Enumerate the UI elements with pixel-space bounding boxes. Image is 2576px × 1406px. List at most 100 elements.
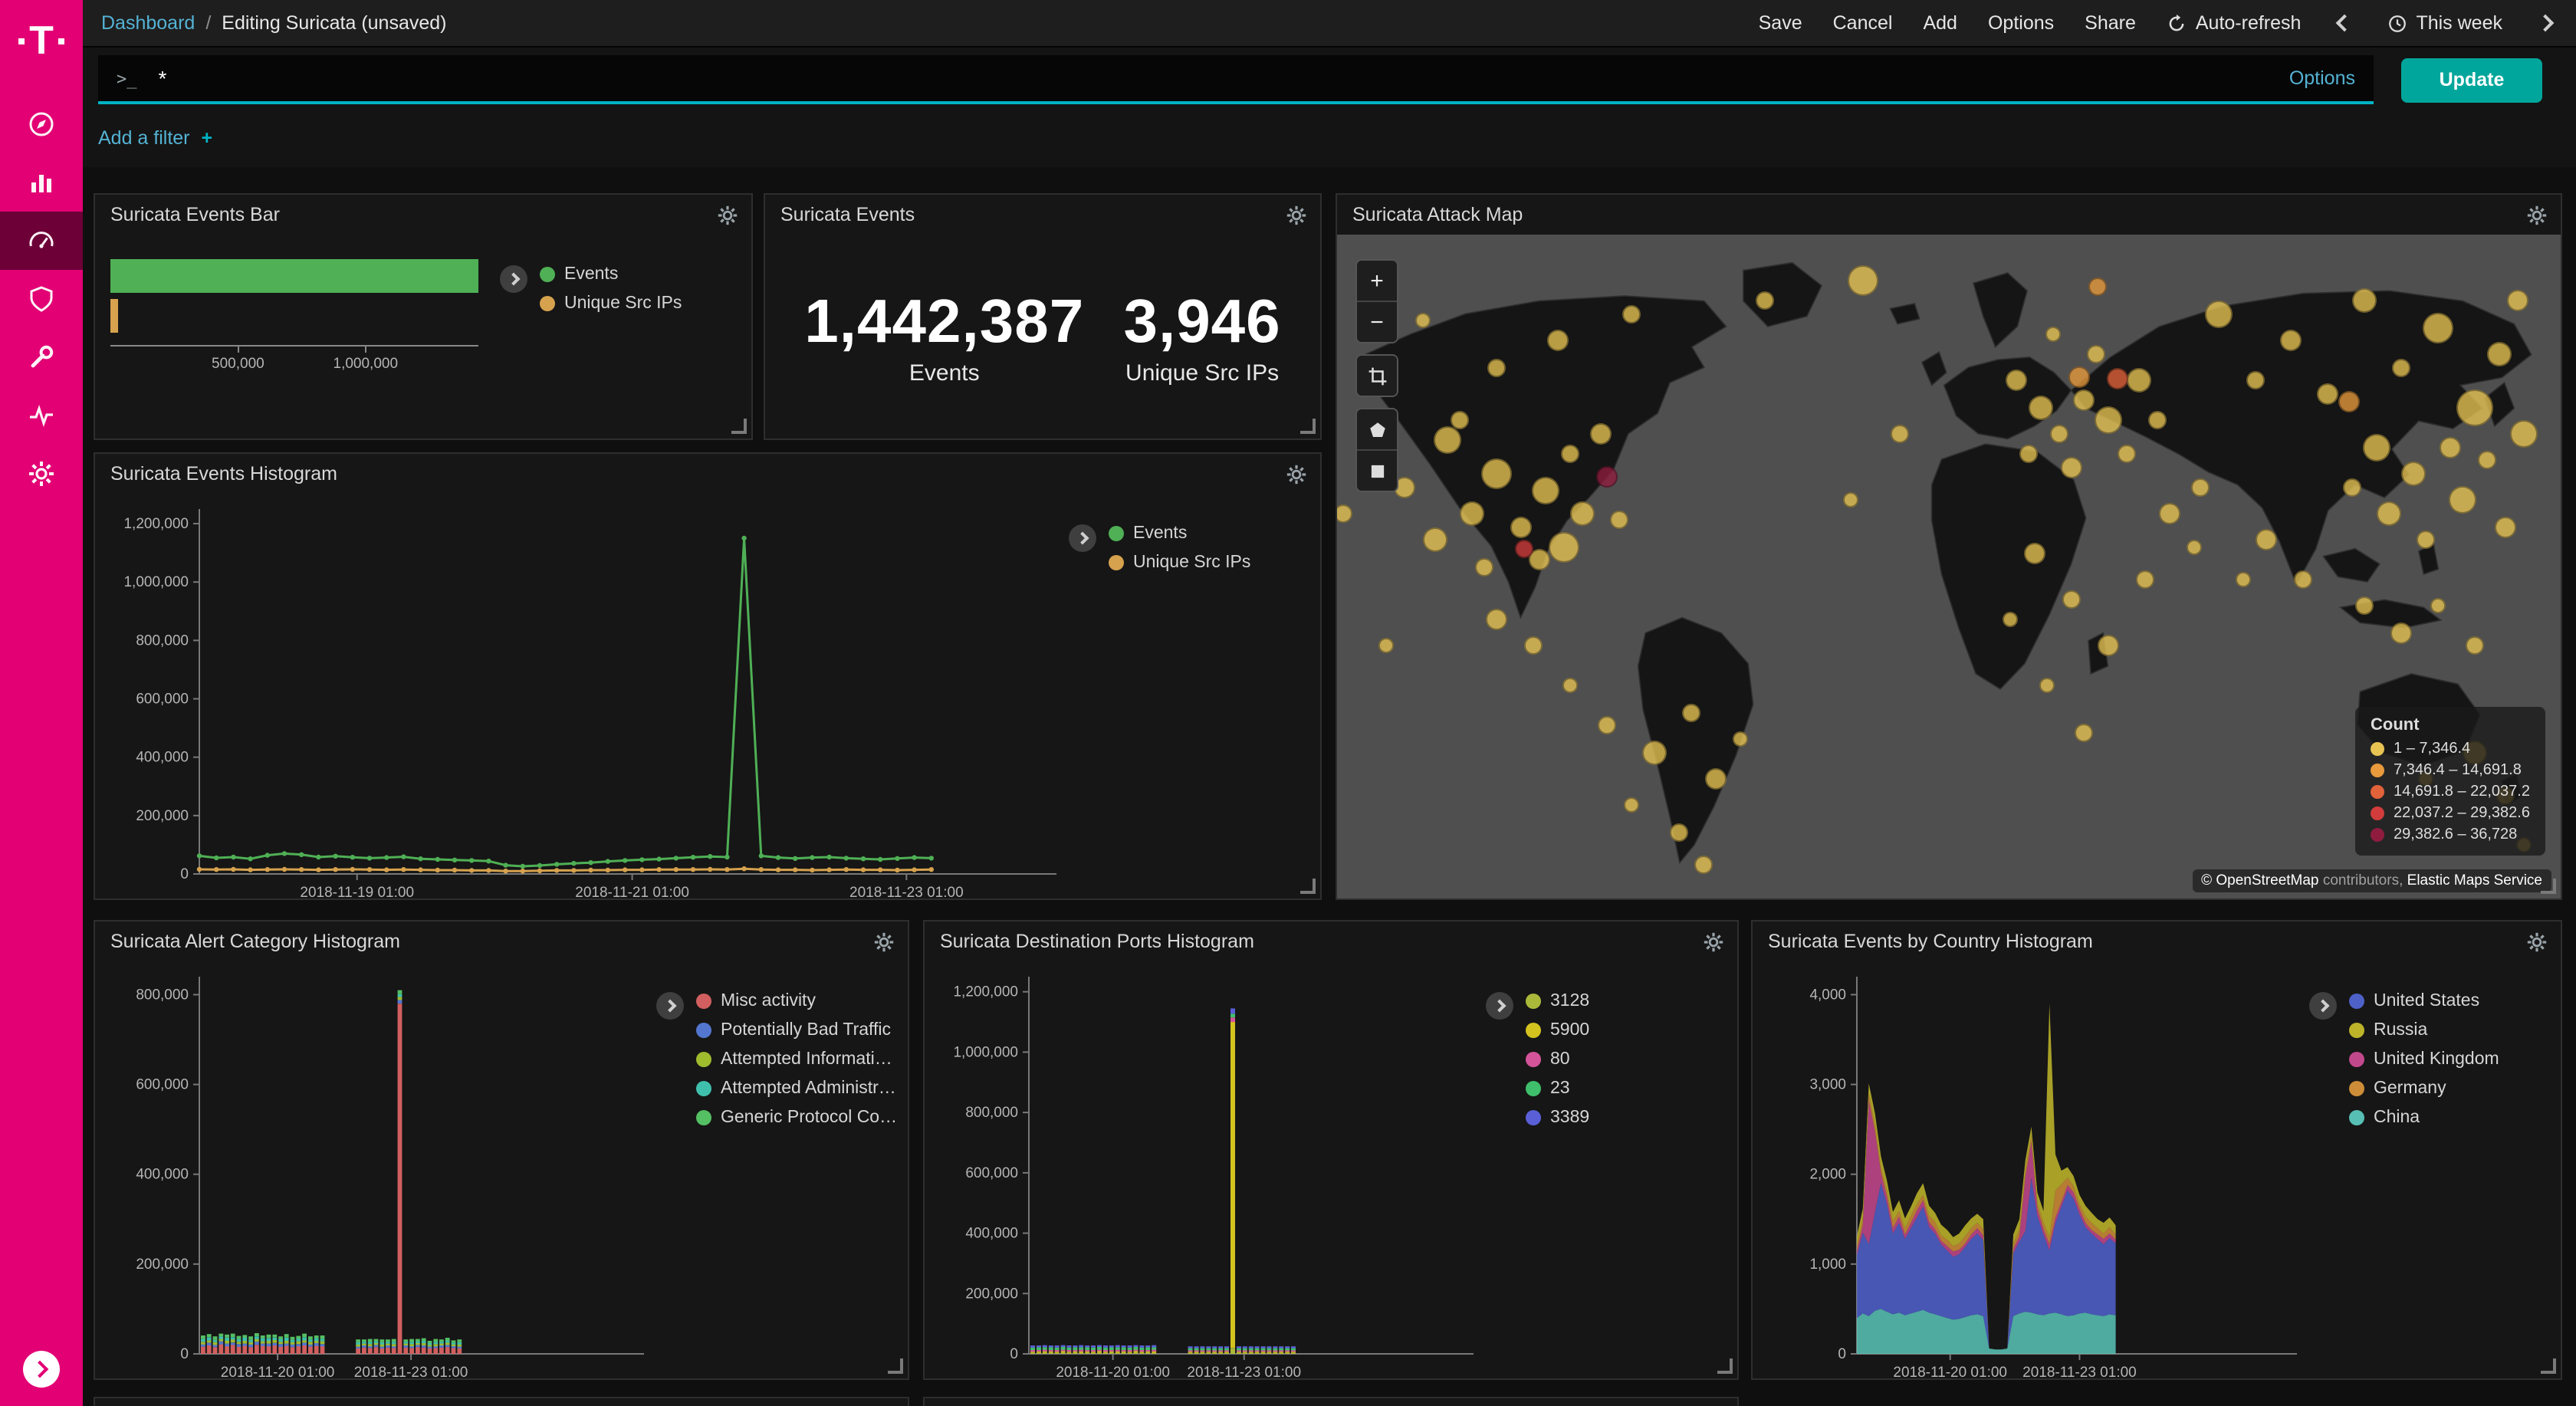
update-button[interactable]: Update: [2401, 57, 2542, 102]
map-point[interactable]: [1378, 639, 1394, 654]
map-point[interactable]: [2126, 369, 2150, 393]
map-point[interactable]: [2466, 637, 2484, 655]
map-point[interactable]: [2024, 543, 2045, 564]
map-point[interactable]: [2075, 724, 2093, 742]
map-point[interactable]: [2073, 390, 2095, 412]
legend-item[interactable]: Russia: [2349, 1021, 2499, 1040]
map-point[interactable]: [1569, 501, 1594, 526]
map-point[interactable]: [2417, 531, 2435, 549]
map-point[interactable]: [2318, 383, 2339, 405]
gear-icon[interactable]: [1285, 462, 1308, 485]
breadcrumb-dashboard-link[interactable]: Dashboard: [101, 12, 195, 34]
map-point[interactable]: [2029, 395, 2053, 419]
map-point[interactable]: [1733, 731, 1749, 747]
time-range-picker[interactable]: This week: [2387, 12, 2502, 34]
crop-icon[interactable]: [1357, 356, 1397, 396]
map-point[interactable]: [2062, 590, 2081, 609]
nav-action-options[interactable]: Options: [1988, 12, 2054, 34]
legend-item[interactable]: Events: [540, 265, 682, 284]
auto-refresh-button[interactable]: Auto-refresh: [2167, 12, 2302, 34]
legend-item[interactable]: 3389: [1526, 1109, 1589, 1127]
map-point[interactable]: [2117, 445, 2135, 463]
legend-item[interactable]: Unique Src IPs: [1109, 554, 1250, 572]
map-point[interactable]: [2050, 425, 2068, 443]
map-point[interactable]: [2449, 486, 2476, 514]
map-point[interactable]: [2338, 391, 2360, 412]
map-point[interactable]: [2045, 327, 2061, 342]
map-point[interactable]: [1515, 540, 1533, 558]
legend-item[interactable]: 3128: [1526, 992, 1589, 1010]
map-point[interactable]: [2364, 433, 2391, 461]
legend-item[interactable]: Attempted Informati…: [696, 1050, 897, 1069]
legend-item[interactable]: 80: [1526, 1050, 1589, 1069]
nav-action-share[interactable]: Share: [2085, 12, 2136, 34]
polygon-tool-icon[interactable]: [1357, 409, 1397, 449]
bar-events[interactable]: [110, 259, 478, 293]
legend-toggle-icon[interactable]: [500, 265, 527, 293]
resize-handle-icon[interactable]: [1300, 879, 1316, 894]
map-point[interactable]: [2401, 462, 2426, 486]
sidebar-item-discover[interactable]: [0, 95, 83, 153]
map-point[interactable]: [1671, 823, 1689, 841]
map-point[interactable]: [1848, 266, 1878, 297]
map-point[interactable]: [1485, 609, 1506, 630]
map-point[interactable]: [2186, 539, 2201, 554]
map-point[interactable]: [1597, 465, 1618, 487]
map-point[interactable]: [2256, 529, 2278, 550]
legend-toggle-icon[interactable]: [1069, 524, 1096, 552]
map-point[interactable]: [1695, 856, 1714, 875]
legend-item[interactable]: 5900: [1526, 1021, 1589, 1040]
gear-icon[interactable]: [1285, 203, 1308, 226]
map-point[interactable]: [1546, 330, 1568, 352]
map-point[interactable]: [2158, 503, 2180, 524]
sidebar-item-monitoring[interactable]: [0, 386, 83, 445]
map-point[interactable]: [2204, 301, 2232, 328]
gear-icon[interactable]: [2525, 203, 2548, 226]
legend-item[interactable]: 22,037.2 – 29,382.6: [2371, 805, 2530, 822]
legend-item[interactable]: United Kingdom: [2349, 1050, 2499, 1069]
map-point[interactable]: [2391, 623, 2413, 644]
map-point[interactable]: [2039, 678, 2055, 694]
resize-handle-icon[interactable]: [2541, 879, 2556, 894]
map-point[interactable]: [2069, 366, 2091, 387]
query-input[interactable]: >_ * Options: [98, 55, 2374, 104]
legend-item[interactable]: Misc activity: [696, 992, 897, 1010]
legend-item[interactable]: Events: [1109, 524, 1250, 543]
legend-item[interactable]: Germany: [2349, 1079, 2499, 1098]
map-point[interactable]: [2423, 312, 2453, 343]
time-back-button[interactable]: [2331, 11, 2356, 35]
legend-item[interactable]: Potentially Bad Traffic: [696, 1021, 897, 1040]
map-point[interactable]: [2353, 289, 2377, 314]
resize-handle-icon[interactable]: [1300, 419, 1316, 434]
resize-handle-icon[interactable]: [888, 1358, 903, 1374]
map-point[interactable]: [1891, 425, 1909, 443]
map-point[interactable]: [2430, 599, 2446, 614]
nav-action-add[interactable]: Add: [1923, 12, 1957, 34]
map-point[interactable]: [2019, 445, 2038, 463]
map-point[interactable]: [1589, 423, 1611, 445]
map-point[interactable]: [1415, 314, 1431, 329]
nav-action-cancel[interactable]: Cancel: [1833, 12, 1893, 34]
legend-item[interactable]: China: [2349, 1109, 2499, 1127]
map-point[interactable]: [2006, 370, 2027, 392]
legend-item[interactable]: Unique Src IPs: [540, 294, 682, 313]
legend-item[interactable]: 29,382.6 – 36,728: [2371, 826, 2530, 843]
sidebar-item-siem[interactable]: [0, 270, 83, 328]
map-point[interactable]: [2061, 456, 2082, 478]
legend-item[interactable]: 23: [1526, 1079, 1589, 1098]
map-point[interactable]: [1451, 411, 1469, 429]
map-point[interactable]: [2478, 451, 2496, 469]
nav-action-save[interactable]: Save: [1759, 12, 1802, 34]
map-point[interactable]: [1531, 476, 1559, 504]
map-point[interactable]: [2495, 516, 2516, 537]
map-point[interactable]: [2107, 367, 2128, 389]
map-point[interactable]: [2087, 345, 2105, 363]
legend-item[interactable]: 7,346.4 – 14,691.8: [2371, 762, 2530, 779]
map-point[interactable]: [2510, 420, 2538, 448]
map-point[interactable]: [2135, 570, 2154, 589]
map-point[interactable]: [2147, 411, 2166, 429]
map-point[interactable]: [1548, 531, 1579, 562]
legend-toggle-icon[interactable]: [656, 992, 684, 1020]
rectangle-tool-icon[interactable]: [1357, 449, 1397, 491]
legend-toggle-icon[interactable]: [2309, 992, 2337, 1020]
